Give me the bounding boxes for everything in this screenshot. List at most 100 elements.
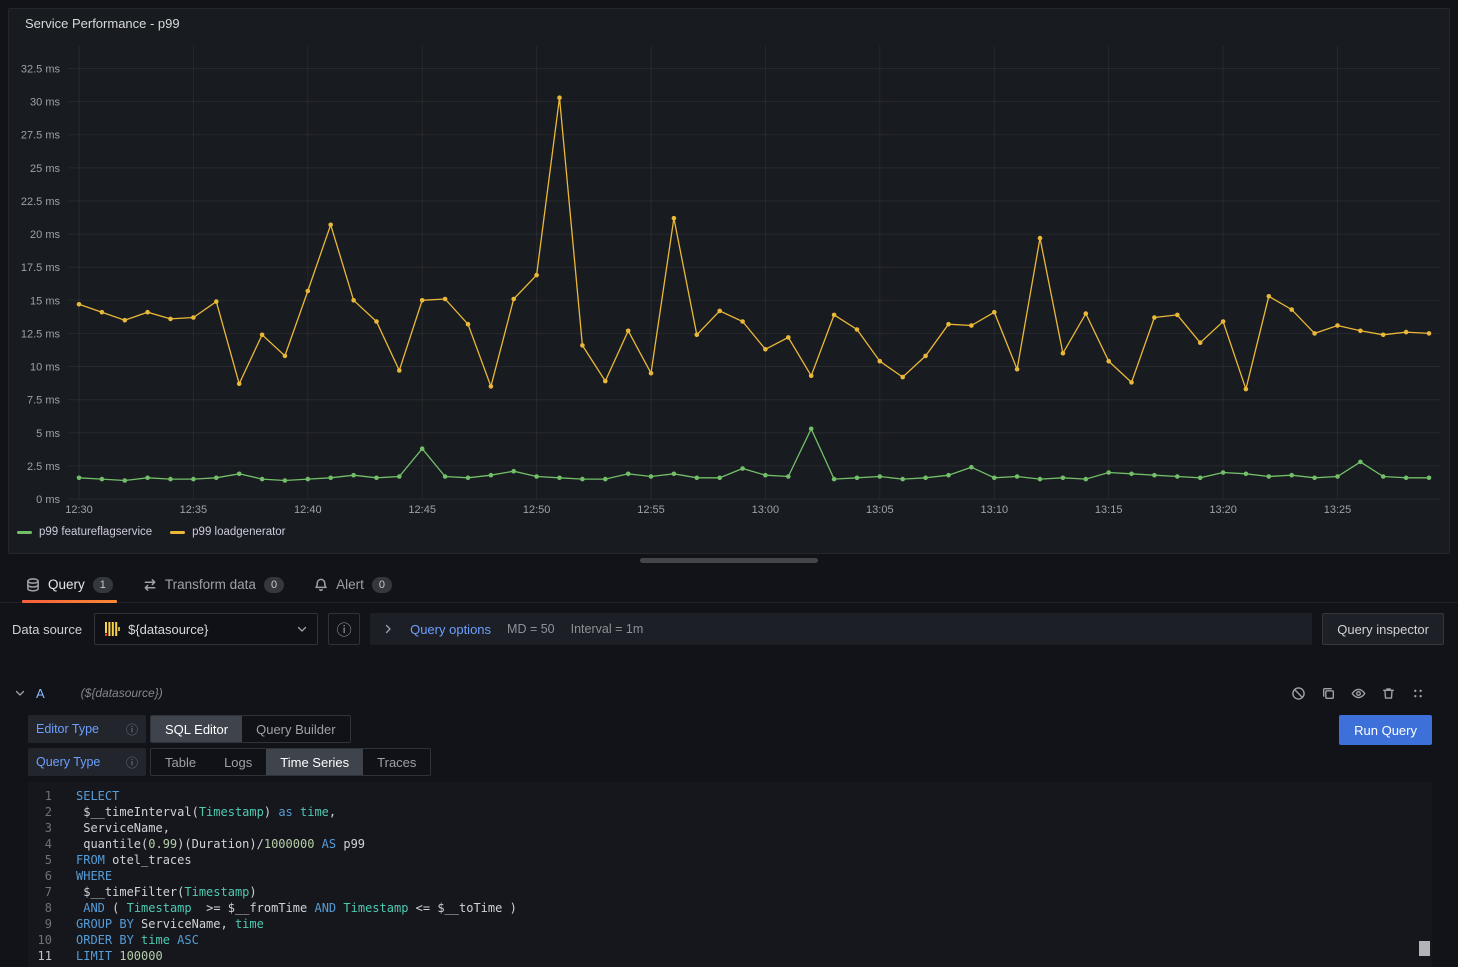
code-line[interactable]: 7 $__timeFilter(Timestamp) — [28, 884, 1432, 900]
line-number: 11 — [28, 948, 76, 964]
tab-alert[interactable]: Alert 0 — [304, 567, 402, 602]
duplicate-query-icon[interactable] — [1321, 686, 1336, 701]
editor-type-label-text: Editor Type — [36, 722, 99, 736]
info-circle-icon[interactable]: ⓘ — [126, 754, 138, 771]
svg-text:12:40: 12:40 — [294, 504, 322, 516]
svg-text:12:30: 12:30 — [65, 504, 93, 516]
code-text: WHERE — [76, 868, 112, 884]
tab-badge: 0 — [372, 577, 392, 593]
query-type-label-text: Query Type — [36, 755, 100, 769]
code-line[interactable]: 4 quantile(0.99)(Duration)/1000000 AS p9… — [28, 836, 1432, 852]
code-text: ORDER BY time ASC — [76, 932, 199, 948]
datasource-picker[interactable]: ${datasource} — [94, 613, 318, 645]
tab-query[interactable]: Query 1 — [16, 567, 123, 602]
editor-type-option-query-builder[interactable]: Query Builder — [242, 716, 349, 742]
editor-type-option-sql-editor[interactable]: SQL Editor — [151, 716, 242, 742]
query-options-link[interactable]: Query options — [410, 622, 491, 637]
svg-text:12:35: 12:35 — [180, 504, 208, 516]
svg-text:15 ms: 15 ms — [30, 295, 60, 307]
legend-swatch-yellow — [170, 531, 185, 534]
sql-code-editor[interactable]: 1SELECT2 $__timeInterval(Timestamp) as t… — [28, 782, 1432, 967]
code-line[interactable]: 3 ServiceName, — [28, 820, 1432, 836]
run-query-button[interactable]: Run Query — [1339, 715, 1432, 745]
line-number: 8 — [28, 900, 76, 916]
line-number: 7 — [28, 884, 76, 900]
code-line[interactable]: 11LIMIT 100000 — [28, 948, 1432, 964]
code-line[interactable]: 10ORDER BY time ASC — [28, 932, 1432, 948]
disable-query-icon[interactable] — [1291, 686, 1306, 701]
datasource-help-button[interactable]: ⓘ — [328, 613, 360, 645]
line-number: 9 — [28, 916, 76, 932]
line-number: 10 — [28, 932, 76, 948]
code-text: ServiceName, — [76, 820, 170, 836]
legend-label[interactable]: p99 featureflagservice — [39, 526, 152, 538]
timeseries-chart[interactable]: 0 ms2.5 ms5 ms7.5 ms10 ms12.5 ms15 ms17.… — [16, 37, 1442, 521]
svg-text:22.5 ms: 22.5 ms — [21, 196, 61, 208]
delete-query-trash-icon[interactable] — [1381, 686, 1396, 701]
svg-text:20 ms: 20 ms — [30, 229, 60, 241]
query-type-option-table[interactable]: Table — [151, 749, 210, 775]
query-options-bar[interactable]: Query options MD = 50 Interval = 1m — [370, 613, 1312, 645]
database-icon — [26, 578, 40, 592]
collapse-chevron-icon[interactable] — [14, 687, 26, 699]
editor-type-segmented: SQL Editor Query Builder — [150, 715, 351, 743]
svg-text:12:45: 12:45 — [408, 504, 436, 516]
svg-text:25 ms: 25 ms — [30, 163, 60, 175]
code-text: quantile(0.99)(Duration)/1000000 AS p99 — [76, 836, 365, 852]
svg-text:5 ms: 5 ms — [36, 428, 60, 440]
query-row-header[interactable]: A (${datasource}) — [14, 679, 1426, 707]
editor-scrollbar-thumb[interactable] — [1419, 941, 1430, 956]
code-text: FROM otel_traces — [76, 852, 192, 868]
hide-response-eye-icon[interactable] — [1351, 686, 1366, 701]
legend-swatch-green — [17, 531, 32, 534]
chart-legend: p99 featureflagservice p99 loadgenerator — [9, 521, 1449, 543]
code-line[interactable]: 6WHERE — [28, 868, 1432, 884]
drag-handle-icon[interactable] — [1411, 686, 1426, 701]
code-line[interactable]: 9GROUP BY ServiceName, time — [28, 916, 1432, 932]
code-line[interactable]: 1SELECT — [28, 788, 1432, 804]
timeseries-panel: Service Performance - p99 0 ms2.5 ms5 ms… — [8, 8, 1450, 554]
code-line[interactable]: 8 AND ( Timestamp >= $__fromTime AND Tim… — [28, 900, 1432, 916]
query-type-option-time-series[interactable]: Time Series — [266, 749, 363, 775]
code-text: $__timeInterval(Timestamp) as time, — [76, 804, 336, 820]
legend-item-featureflagservice[interactable]: p99 featureflagservice — [17, 526, 152, 538]
info-circle-icon: ⓘ — [337, 619, 352, 640]
line-number: 3 — [28, 820, 76, 836]
svg-text:10 ms: 10 ms — [30, 362, 60, 374]
query-editor-area: Editor Type ⓘ SQL Editor Query Builder R… — [28, 715, 1432, 776]
legend-label[interactable]: p99 loadgenerator — [192, 526, 285, 538]
query-datasource-hint: (${datasource}) — [81, 686, 163, 700]
tab-label: Alert — [336, 577, 364, 592]
query-tabs-bar: Query 1 Transform data 0 Alert 0 — [0, 567, 1458, 603]
svg-text:13:00: 13:00 — [752, 504, 780, 516]
svg-text:13:15: 13:15 — [1095, 504, 1123, 516]
chevron-down-icon — [296, 623, 308, 635]
query-type-option-traces[interactable]: Traces — [363, 749, 430, 775]
query-type-segmented: Table Logs Time Series Traces — [150, 748, 431, 776]
query-ref-id[interactable]: A — [36, 686, 45, 701]
editor-type-row: Editor Type ⓘ SQL Editor Query Builder R… — [28, 715, 1432, 743]
query-type-option-logs[interactable]: Logs — [210, 749, 266, 775]
info-circle-icon[interactable]: ⓘ — [126, 721, 138, 738]
code-line[interactable]: 2 $__timeInterval(Timestamp) as time, — [28, 804, 1432, 820]
query-inspector-label: Query inspector — [1337, 622, 1429, 637]
clickhouse-logo-icon — [104, 621, 120, 637]
tab-transform-data[interactable]: Transform data 0 — [133, 567, 294, 602]
svg-text:2.5 ms: 2.5 ms — [27, 461, 61, 473]
code-text: AND ( Timestamp >= $__fromTime AND Times… — [76, 900, 517, 916]
horizontal-scrollbar[interactable] — [640, 558, 818, 563]
svg-text:13:10: 13:10 — [981, 504, 1009, 516]
svg-text:13:25: 13:25 — [1324, 504, 1352, 516]
tab-badge: 1 — [93, 577, 113, 593]
datasource-label: Data source — [12, 622, 84, 637]
svg-text:32.5 ms: 32.5 ms — [21, 64, 61, 76]
query-inspector-button[interactable]: Query inspector — [1322, 613, 1444, 645]
transform-arrows-icon — [143, 578, 157, 592]
line-number: 6 — [28, 868, 76, 884]
svg-text:27.5 ms: 27.5 ms — [21, 130, 61, 142]
code-line[interactable]: 5FROM otel_traces — [28, 852, 1432, 868]
legend-item-loadgenerator[interactable]: p99 loadgenerator — [170, 526, 285, 538]
line-number: 2 — [28, 804, 76, 820]
tab-label: Query — [48, 577, 85, 592]
panel-title: Service Performance - p99 — [9, 9, 1449, 37]
